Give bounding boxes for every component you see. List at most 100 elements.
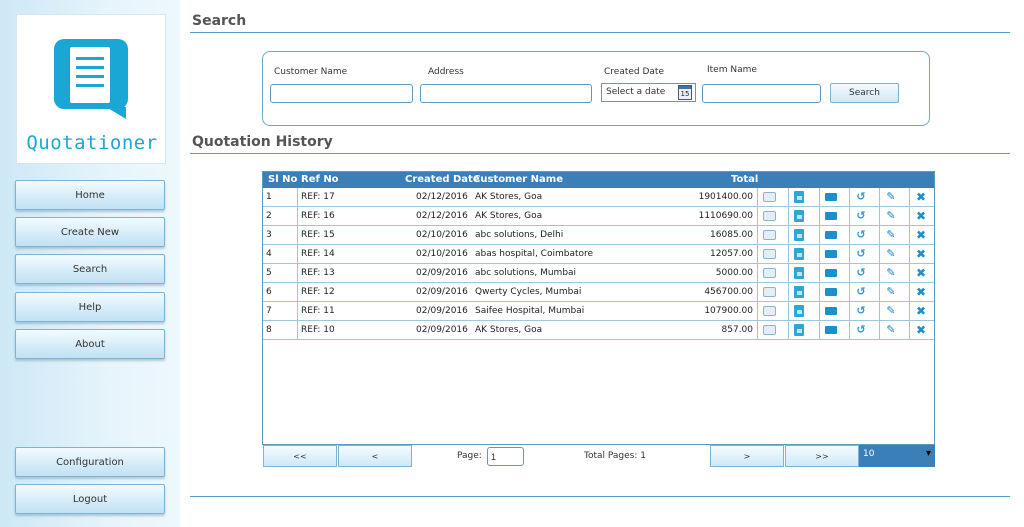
edit-icon[interactable]: ✎ (885, 305, 897, 317)
cell-divider (297, 188, 298, 207)
undo-icon[interactable]: ↺ (855, 191, 867, 203)
cell-divider (849, 283, 850, 302)
search-button[interactable]: Search (830, 83, 899, 103)
cell-divider (909, 302, 910, 321)
sidebar-item-search[interactable]: Search (15, 254, 165, 284)
table-row[interactable]: 1 REF: 17 02/12/2016 AK Stores, Goa 1901400.… (263, 188, 934, 207)
sidebar-item-help[interactable]: Help (15, 292, 165, 322)
pdf-icon[interactable] (794, 324, 804, 336)
mail-icon[interactable] (763, 325, 776, 335)
edit-icon[interactable]: ✎ (885, 229, 897, 241)
delete-icon[interactable]: ✖ (915, 267, 927, 279)
edit-icon[interactable]: ✎ (885, 191, 897, 203)
cell-sl-no: 3 (266, 230, 272, 240)
search-divider (190, 32, 1010, 33)
cell-divider (879, 283, 880, 302)
pdf-icon[interactable] (794, 248, 804, 260)
mail-icon[interactable] (763, 268, 776, 278)
edit-icon[interactable]: ✎ (885, 267, 897, 279)
pdf-icon[interactable] (794, 286, 804, 298)
table-row[interactable]: 8 REF: 10 02/09/2016 AK Stores, Goa 857.00 ↺ ✎… (263, 321, 934, 340)
item-name-input[interactable] (702, 84, 821, 103)
table-row[interactable]: 6 REF: 12 02/09/2016 Qwerty Cycles, Mumbai 4… (263, 283, 934, 302)
mail-icon[interactable] (763, 211, 776, 221)
cell-ref-no: REF: 16 (301, 211, 335, 221)
undo-icon[interactable]: ↺ (855, 324, 867, 336)
pdf-icon[interactable] (794, 305, 804, 317)
edit-icon[interactable]: ✎ (885, 324, 897, 336)
undo-icon[interactable]: ↺ (855, 286, 867, 298)
undo-icon[interactable]: ↺ (855, 229, 867, 241)
delete-icon[interactable]: ✖ (915, 305, 927, 317)
undo-icon[interactable]: ↺ (855, 210, 867, 222)
customer-name-input[interactable] (270, 84, 413, 103)
folder-icon[interactable] (825, 193, 837, 201)
folder-icon[interactable] (825, 307, 837, 315)
table-row[interactable]: 3 REF: 15 02/10/2016 abc solutions, Delhi 16… (263, 226, 934, 245)
undo-icon[interactable]: ↺ (855, 305, 867, 317)
edit-icon[interactable]: ✎ (885, 248, 897, 260)
folder-icon[interactable] (825, 231, 837, 239)
col-sl-no[interactable]: Sl No (268, 174, 297, 185)
logout-button[interactable]: Logout (15, 484, 165, 514)
cell-ref-no: REF: 10 (301, 325, 335, 335)
edit-icon[interactable]: ✎ (885, 210, 897, 222)
mail-icon[interactable] (763, 249, 776, 259)
page-size-select[interactable]: 10 (859, 445, 935, 467)
col-customer-name[interactable]: Customer Name (473, 174, 563, 185)
calendar-icon[interactable]: 15 (678, 85, 692, 100)
created-date-label: Created Date (604, 67, 664, 77)
pdf-icon[interactable] (794, 267, 804, 279)
pdf-icon[interactable] (794, 191, 804, 203)
delete-icon[interactable]: ✖ (915, 248, 927, 260)
cell-divider (297, 245, 298, 264)
page-number-input[interactable] (487, 447, 524, 466)
first-page-button[interactable]: << (263, 445, 337, 467)
delete-icon[interactable]: ✖ (915, 191, 927, 203)
delete-icon[interactable]: ✖ (915, 324, 927, 336)
col-ref-no[interactable]: Ref No (301, 174, 339, 185)
cell-divider (819, 283, 820, 302)
cell-divider (909, 264, 910, 283)
cell-divider (788, 245, 789, 264)
undo-icon[interactable]: ↺ (855, 267, 867, 279)
cell-divider (849, 245, 850, 264)
mail-icon[interactable] (763, 306, 776, 316)
folder-icon[interactable] (825, 269, 837, 277)
delete-icon[interactable]: ✖ (915, 286, 927, 298)
col-total[interactable]: Total (731, 174, 758, 185)
configuration-button[interactable]: Configuration (15, 447, 165, 477)
mail-icon[interactable] (763, 287, 776, 297)
mail-icon[interactable] (763, 192, 776, 202)
delete-icon[interactable]: ✖ (915, 210, 927, 222)
cell-divider (788, 188, 789, 207)
undo-icon[interactable]: ↺ (855, 248, 867, 260)
cell-divider (819, 264, 820, 283)
cell-divider (757, 264, 758, 283)
sidebar-item-about[interactable]: About (15, 329, 165, 359)
table-row[interactable]: 4 REF: 14 02/10/2016 abas hospital, Coimbat… (263, 245, 934, 264)
table-row[interactable]: 7 REF: 11 02/09/2016 Saifee Hospital, Mumba… (263, 302, 934, 321)
sidebar-item-create-new[interactable]: Create New (15, 217, 165, 247)
customer-name-label: Customer Name (274, 67, 348, 77)
pdf-icon[interactable] (794, 210, 804, 222)
next-page-button[interactable]: > (710, 445, 784, 467)
pdf-icon[interactable] (794, 229, 804, 241)
folder-icon[interactable] (825, 288, 837, 296)
created-date-picker[interactable]: Select a date 15 (601, 83, 696, 102)
table-row[interactable]: 2 REF: 16 02/12/2016 AK Stores, Goa 1110690.… (263, 207, 934, 226)
address-input[interactable] (420, 84, 592, 103)
delete-icon[interactable]: ✖ (915, 229, 927, 241)
sidebar-item-home[interactable]: Home (15, 180, 165, 210)
prev-page-button[interactable]: < (338, 445, 412, 467)
folder-icon[interactable] (825, 326, 837, 334)
cell-divider (819, 207, 820, 226)
col-created-date[interactable]: Created Date (405, 174, 480, 185)
folder-icon[interactable] (825, 250, 837, 258)
last-page-button[interactable]: >> (785, 445, 859, 467)
table-row[interactable]: 5 REF: 13 02/09/2016 abc solutions, Mumbai 5… (263, 264, 934, 283)
edit-icon[interactable]: ✎ (885, 286, 897, 298)
folder-icon[interactable] (825, 212, 837, 220)
mail-icon[interactable] (763, 230, 776, 240)
history-divider (190, 153, 1010, 154)
